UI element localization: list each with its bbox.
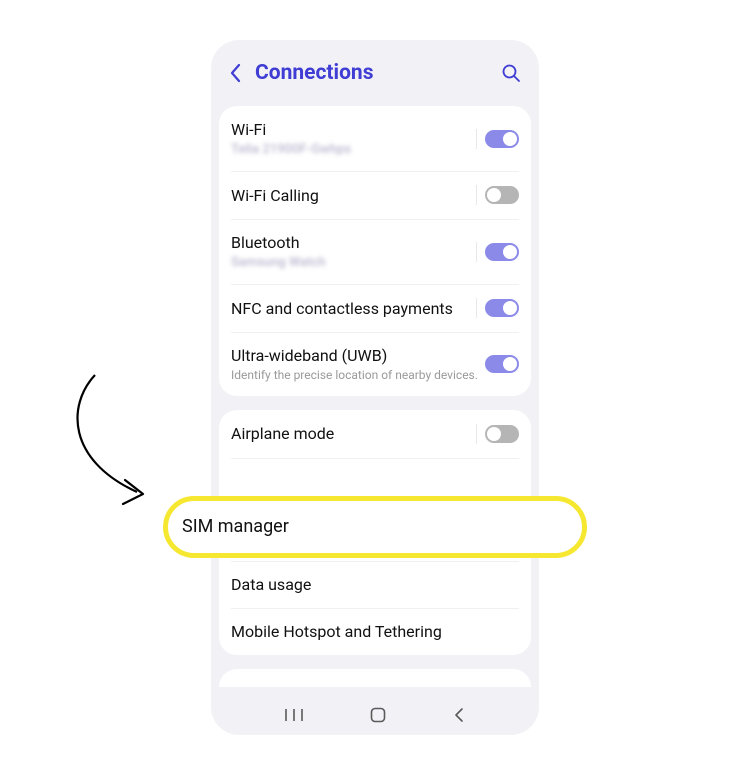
item-bluetooth[interactable]: Bluetooth Samsung Watch — [219, 219, 531, 284]
item-label: Airplane mode — [231, 424, 476, 443]
item-uwb[interactable]: Ultra-wideband (UWB) Identify the precis… — [219, 332, 531, 395]
divider — [476, 424, 477, 444]
toggle-wifi-calling[interactable] — [485, 186, 519, 204]
page-title: Connections — [255, 61, 501, 85]
divider — [476, 298, 477, 318]
item-subtext: Identify the precise location of nearby … — [231, 368, 485, 382]
item-label: Ultra-wideband (UWB) — [231, 346, 485, 365]
item-label: Data usage — [231, 575, 519, 594]
divider — [476, 129, 477, 149]
nav-back-icon[interactable] — [453, 707, 465, 723]
item-subtext: Samsung Watch — [231, 255, 476, 270]
item-label: Bluetooth — [231, 233, 476, 252]
settings-group-partial — [219, 669, 531, 687]
toggle-uwb[interactable] — [485, 355, 519, 373]
toggle-bluetooth[interactable] — [485, 243, 519, 261]
item-subtext: Telia 21900F-Gwhps — [231, 142, 476, 157]
item-label: NFC and contactless payments — [231, 299, 476, 318]
item-sim-manager-highlight[interactable]: SIM manager — [163, 496, 587, 558]
item-wifi-calling[interactable]: Wi-Fi Calling — [219, 171, 531, 219]
navigation-bar — [211, 695, 539, 735]
item-label: Wi-Fi Calling — [231, 186, 476, 205]
item-label: Mobile Hotspot and Tethering — [231, 622, 519, 641]
phone-frame: Connections Wi-Fi Telia 21900F-Gwhps Wi-… — [211, 40, 539, 735]
content: Wi-Fi Telia 21900F-Gwhps Wi-Fi Calling B… — [211, 106, 539, 695]
search-icon[interactable] — [501, 63, 521, 83]
recent-apps-icon[interactable] — [285, 708, 303, 722]
back-icon[interactable] — [229, 63, 241, 83]
item-label: Wi-Fi — [231, 120, 476, 139]
toggle-airplane[interactable] — [485, 425, 519, 443]
item-hotspot[interactable]: Mobile Hotspot and Tethering — [219, 608, 531, 655]
item-airplane[interactable]: Airplane mode — [219, 410, 531, 458]
item-label: SIM manager — [182, 516, 289, 538]
callout-arrow-icon — [65, 370, 165, 520]
home-icon[interactable] — [370, 707, 386, 723]
settings-group-1: Wi-Fi Telia 21900F-Gwhps Wi-Fi Calling B… — [219, 106, 531, 396]
item-nfc[interactable]: NFC and contactless payments — [219, 284, 531, 332]
item-data-usage[interactable]: Data usage — [219, 561, 531, 608]
divider — [476, 185, 477, 205]
header-bar: Connections — [211, 40, 539, 106]
toggle-nfc[interactable] — [485, 299, 519, 317]
toggle-wifi[interactable] — [485, 130, 519, 148]
divider — [476, 242, 477, 262]
item-wifi[interactable]: Wi-Fi Telia 21900F-Gwhps — [219, 106, 531, 171]
